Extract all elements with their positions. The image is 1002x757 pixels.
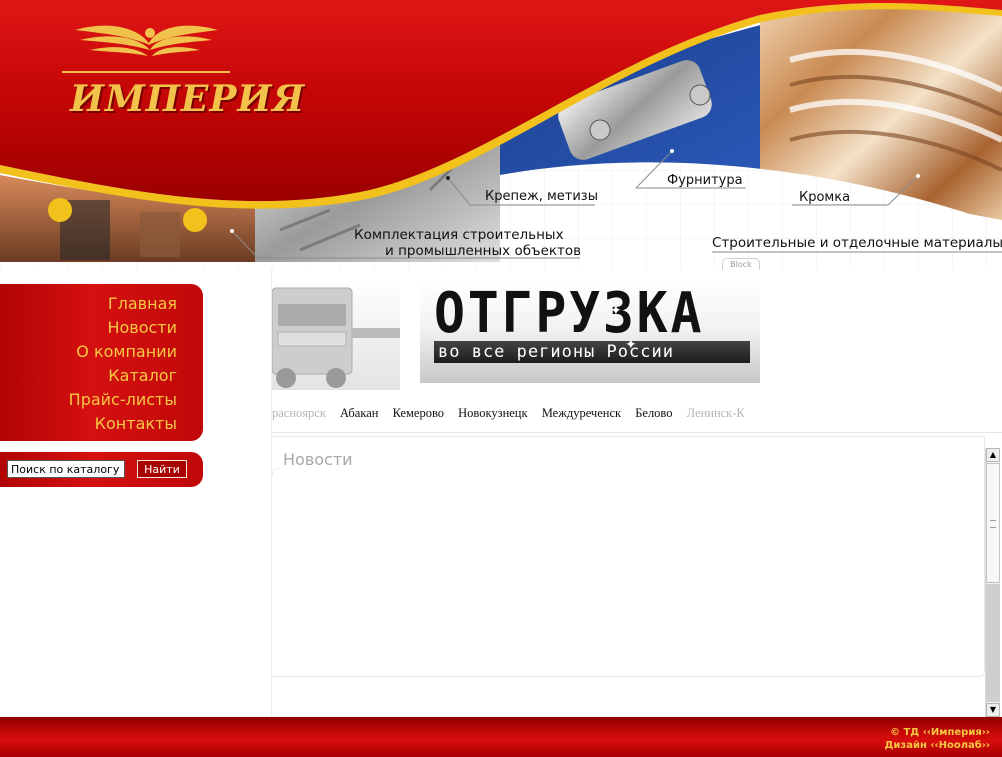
- ticker-city: Белово: [635, 406, 673, 420]
- category-edging[interactable]: Кромка: [799, 190, 850, 205]
- design-credit-link[interactable]: Дизайн ‹‹Ноолаб››: [884, 739, 990, 752]
- grip-icon: [990, 520, 996, 528]
- catalog-search: Найти: [0, 452, 203, 487]
- category-building-materials[interactable]: Строительные и отделочные материалы: [712, 235, 1002, 251]
- category-furniture-hardware[interactable]: Фурнитура: [667, 173, 743, 188]
- ticker-city: Междуреченск: [541, 406, 622, 420]
- news-heading: Новости: [283, 450, 353, 469]
- scroll-thumb[interactable]: [986, 463, 1000, 583]
- nav-item-home[interactable]: Главная: [108, 294, 177, 313]
- sparkle-icon: ✦: [610, 303, 622, 319]
- nav-item-news[interactable]: Новости: [107, 318, 177, 337]
- truck-image: [272, 282, 400, 390]
- banner-subtitle: во все регионы России: [434, 341, 750, 363]
- ticker-city: Новокузнецк: [458, 406, 528, 420]
- brand-logo[interactable]: ИМПЕРИЯ: [70, 78, 305, 120]
- block-tab: Block: [722, 258, 760, 270]
- cities-ticker: раснoярск Абакан Кемерово Новокузнецк Ме…: [272, 406, 744, 424]
- news-scrollbar[interactable]: ▲ ▼: [985, 448, 1000, 717]
- main-nav: Главная Новости О компании Каталог Прайс…: [0, 284, 203, 441]
- nav-item-about[interactable]: О компании: [76, 342, 177, 361]
- divider: [272, 432, 1002, 433]
- category-completion-line1[interactable]: Комплектация строительных: [354, 227, 564, 243]
- ticker-city: Ленинск-Ку: [686, 406, 744, 420]
- nav-item-contacts[interactable]: Контакты: [95, 414, 177, 433]
- site-header: ИМПЕРИЯ Крепеж, метизы Фурнитура Кромка …: [0, 0, 1002, 270]
- ticker-city: раснoярск: [272, 406, 326, 420]
- category-completion-line2[interactable]: и промышленных объектов: [385, 243, 581, 259]
- shipping-banner[interactable]: ОТГРУЗКА во все регионы России ✦ ✦: [420, 283, 760, 383]
- nav-item-price-lists[interactable]: Прайс-листы: [69, 390, 177, 409]
- search-input[interactable]: [7, 460, 125, 478]
- panel-corner: [272, 468, 281, 477]
- search-button[interactable]: Найти: [137, 460, 187, 478]
- scroll-up-arrow-icon[interactable]: ▲: [986, 448, 1000, 462]
- site-footer: © ТД ‹‹Империя›› Дизайн ‹‹Ноолаб››: [0, 717, 1002, 757]
- sparkle-icon: ✦: [625, 337, 637, 353]
- scroll-down-arrow-icon[interactable]: ▼: [986, 703, 1000, 717]
- scroll-track[interactable]: [986, 584, 1000, 702]
- copyright-text: © ТД ‹‹Империя››: [890, 727, 990, 738]
- news-panel: [272, 436, 985, 677]
- ticker-city: Кемерово: [392, 406, 445, 420]
- ticker-city: Абакан: [340, 406, 379, 420]
- nav-item-catalog[interactable]: Каталог: [108, 366, 177, 385]
- category-fasteners[interactable]: Крепеж, метизы: [485, 189, 598, 204]
- banner-title: ОТГРУЗКА: [434, 283, 705, 346]
